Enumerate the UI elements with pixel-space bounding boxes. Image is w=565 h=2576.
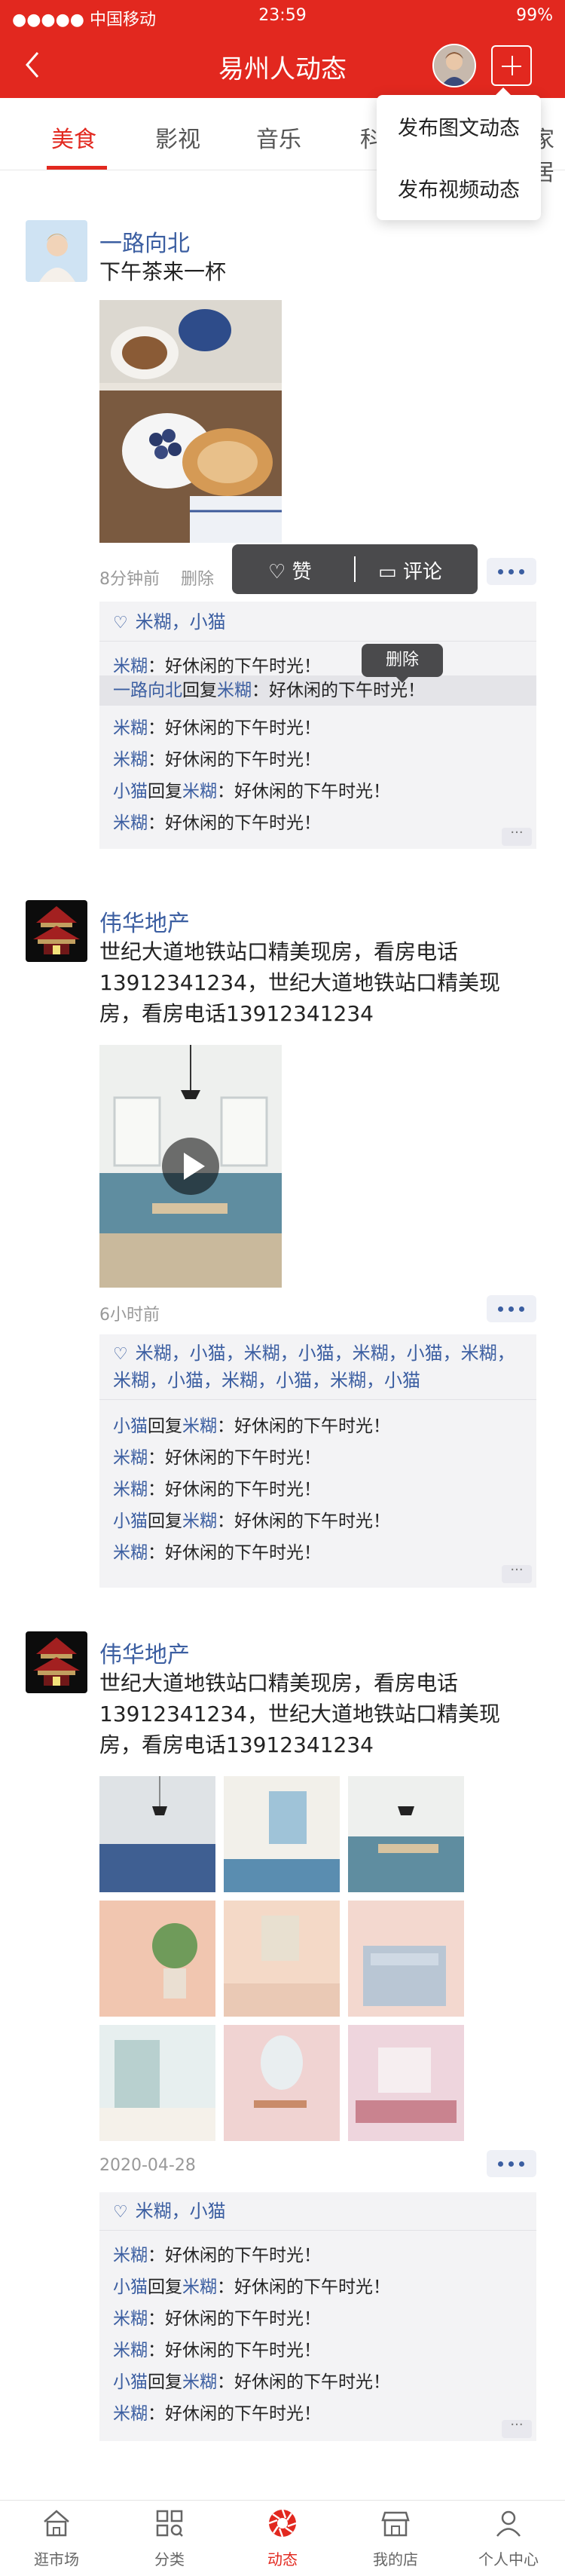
clock: 23:59 <box>258 6 307 25</box>
publish-image-post[interactable]: 发布图文动态 <box>377 112 541 141</box>
status-bar: ●●●●● 中国移动 23:59 99% <box>0 0 565 32</box>
likes-row: ♡ 米糊，小猫 <box>113 609 527 636</box>
bottom-tab-bar: 逛市场 分类 动态 我的店 个人中心 <box>0 2500 565 2575</box>
like-button[interactable]: ♡ 赞 <box>268 556 312 584</box>
comments-more-button[interactable]: ··· <box>502 826 532 846</box>
grid-image[interactable] <box>224 2025 340 2141</box>
author-avatar[interactable] <box>26 1631 87 1693</box>
divider <box>99 1399 536 1400</box>
post-text: 世纪大道地铁站口精美现房，看房电话13912341234，世纪大道地铁站口精美现… <box>99 1671 500 1757</box>
comment-row[interactable]: 小猫回复米糊：好休闲的下午时光！ <box>113 1411 390 1437</box>
comments-more-button[interactable]: ··· <box>502 2418 532 2438</box>
comment-row[interactable]: 米糊：好休闲的下午时光！ <box>113 2241 321 2266</box>
tabbar-item-category[interactable]: 分类 <box>113 2501 226 2576</box>
grid-image[interactable] <box>224 1776 340 1892</box>
divider <box>354 556 356 582</box>
tab-food[interactable]: 美食 <box>51 121 96 154</box>
active-tab-indicator <box>47 166 107 170</box>
action-bar: ♡ 赞 ▭ 评论 <box>232 544 478 594</box>
delete-link[interactable]: 删除 <box>181 570 214 589</box>
tabbar-item-my-store[interactable]: 我的店 <box>339 2501 452 2576</box>
tabbar-item-profile[interactable]: 个人中心 <box>452 2501 565 2576</box>
post-time: 6小时前 <box>99 1306 160 1325</box>
author-name[interactable]: 一路向北 <box>99 225 190 258</box>
comment-row[interactable]: 米糊：好休闲的下午时光！ <box>113 2304 321 2329</box>
comment-box: ♡ 米糊，小猫 米糊：好休闲的下午时光！ 小猫回复米糊：好休闲的下午时光！ 米糊… <box>99 2192 536 2441</box>
grid-image[interactable] <box>348 2025 464 2141</box>
divider <box>99 2230 536 2231</box>
category-icon <box>156 2510 183 2537</box>
store-icon <box>381 2511 410 2537</box>
grid-image[interactable] <box>99 2025 215 2141</box>
grid-image[interactable] <box>348 1901 464 2017</box>
heart-icon: ♡ <box>113 1345 128 1364</box>
publish-menu: 发布图文动态 发布视频动态 <box>377 87 541 220</box>
tab-movies[interactable]: 影视 <box>155 121 200 154</box>
comment-row[interactable]: 小猫回复米糊：好休闲的下午时光！ <box>113 2272 390 2298</box>
comment-button[interactable]: ▭ 评论 <box>378 556 442 584</box>
add-button[interactable] <box>491 45 532 86</box>
post-time: 2020-04-28 <box>99 2156 196 2175</box>
heart-icon: ♡ <box>113 614 128 633</box>
post-video-thumbnail[interactable] <box>99 1045 282 1288</box>
post-meta: 8分钟前 删除 <box>99 565 214 590</box>
author-avatar[interactable] <box>26 900 87 962</box>
divider <box>99 641 536 642</box>
grid-image[interactable] <box>348 1776 464 1892</box>
tabbar-item-market[interactable]: 逛市场 <box>0 2501 113 2576</box>
post-time: 8分钟前 <box>99 570 160 589</box>
camera-shutter-icon <box>268 2509 297 2538</box>
comments-more-button[interactable]: ··· <box>502 1564 532 1583</box>
person-icon <box>496 2510 521 2537</box>
comment-row[interactable]: 米糊：好休闲的下午时光！ <box>113 1475 321 1500</box>
more-actions-button[interactable] <box>487 1295 536 1322</box>
heart-icon: ♡ <box>113 2203 128 2222</box>
more-actions-button[interactable] <box>487 2150 536 2177</box>
comment-row[interactable]: 米糊：好休闲的下午时光！ <box>113 808 321 834</box>
avatar[interactable] <box>432 44 476 87</box>
comment-row[interactable]: 小猫回复米糊：好休闲的下午时光！ <box>113 776 390 802</box>
post-image[interactable] <box>99 300 282 543</box>
delete-tooltip[interactable]: 删除 <box>362 644 443 683</box>
comment-row[interactable]: 米糊：好休闲的下午时光！ <box>113 2399 321 2424</box>
comment-row-selected[interactable]: 一路向北回复米糊：好休闲的下午时光！ <box>99 675 536 706</box>
likes-row: ♡ 米糊，小猫，米糊，小猫，米糊，小猫，米糊，米糊，小猫，米糊，小猫，米糊，小猫 <box>113 1340 527 1393</box>
author-name[interactable]: 伟华地产 <box>99 1636 190 1669</box>
author-avatar[interactable] <box>26 220 87 282</box>
post-text: 世纪大道地铁站口精美现房，看房电话13912341234，世纪大道地铁站口精美现… <box>99 939 500 1026</box>
comment-box: ♡ 米糊，小猫，米糊，小猫，米糊，小猫，米糊，米糊，小猫，米糊，小猫，米糊，小猫… <box>99 1334 536 1588</box>
comment-row[interactable]: 米糊：好休闲的下午时光！ <box>113 745 321 770</box>
comment-row[interactable]: 米糊：好休闲的下午时光！ <box>113 2336 321 2361</box>
post-text: 下午茶来一杯 <box>99 259 227 284</box>
battery: 99% <box>516 6 553 25</box>
tabbar-item-feed[interactable]: 动态 <box>226 2501 339 2576</box>
author-name[interactable]: 伟华地产 <box>99 905 190 938</box>
likes-users[interactable]: 米糊，小猫 <box>136 611 226 633</box>
publish-video-post[interactable]: 发布视频动态 <box>377 173 541 203</box>
more-actions-button[interactable] <box>487 558 536 585</box>
comment-row[interactable]: 米糊：好休闲的下午时光！ <box>113 651 321 677</box>
likes-row: ♡ 米糊，小猫 <box>113 2198 527 2225</box>
grid-image[interactable] <box>99 1901 215 2017</box>
comment-row[interactable]: 米糊：好休闲的下午时光！ <box>113 1443 321 1469</box>
likes-users[interactable]: 米糊，小猫，米糊，小猫，米糊，小猫，米糊，米糊，小猫，米糊，小猫，米糊，小猫 <box>113 1343 515 1391</box>
shop-icon <box>44 2510 69 2537</box>
page-title: 易州人动态 <box>218 54 347 84</box>
tab-music[interactable]: 音乐 <box>256 121 301 154</box>
comment-icon: ▭ <box>378 561 397 584</box>
comment-row[interactable]: 米糊：好休闲的下午时光！ <box>113 1538 321 1564</box>
comment-row[interactable]: 小猫回复米糊：好休闲的下午时光！ <box>113 2367 390 2393</box>
comment-row[interactable]: 米糊：好休闲的下午时光！ <box>113 713 321 739</box>
grid-image[interactable] <box>99 1776 215 1892</box>
grid-image[interactable] <box>224 1901 340 2017</box>
comment-box: ♡ 米糊，小猫 米糊：好休闲的下午时光！ 一路向北回复米糊：好休闲的下午时光！ … <box>99 602 536 849</box>
likes-users[interactable]: 米糊，小猫 <box>136 2201 226 2222</box>
header: 易州人动态 <box>0 32 565 98</box>
heart-icon: ♡ <box>268 561 286 584</box>
comment-row[interactable]: 小猫回复米糊：好休闲的下午时光！ <box>113 1506 390 1532</box>
